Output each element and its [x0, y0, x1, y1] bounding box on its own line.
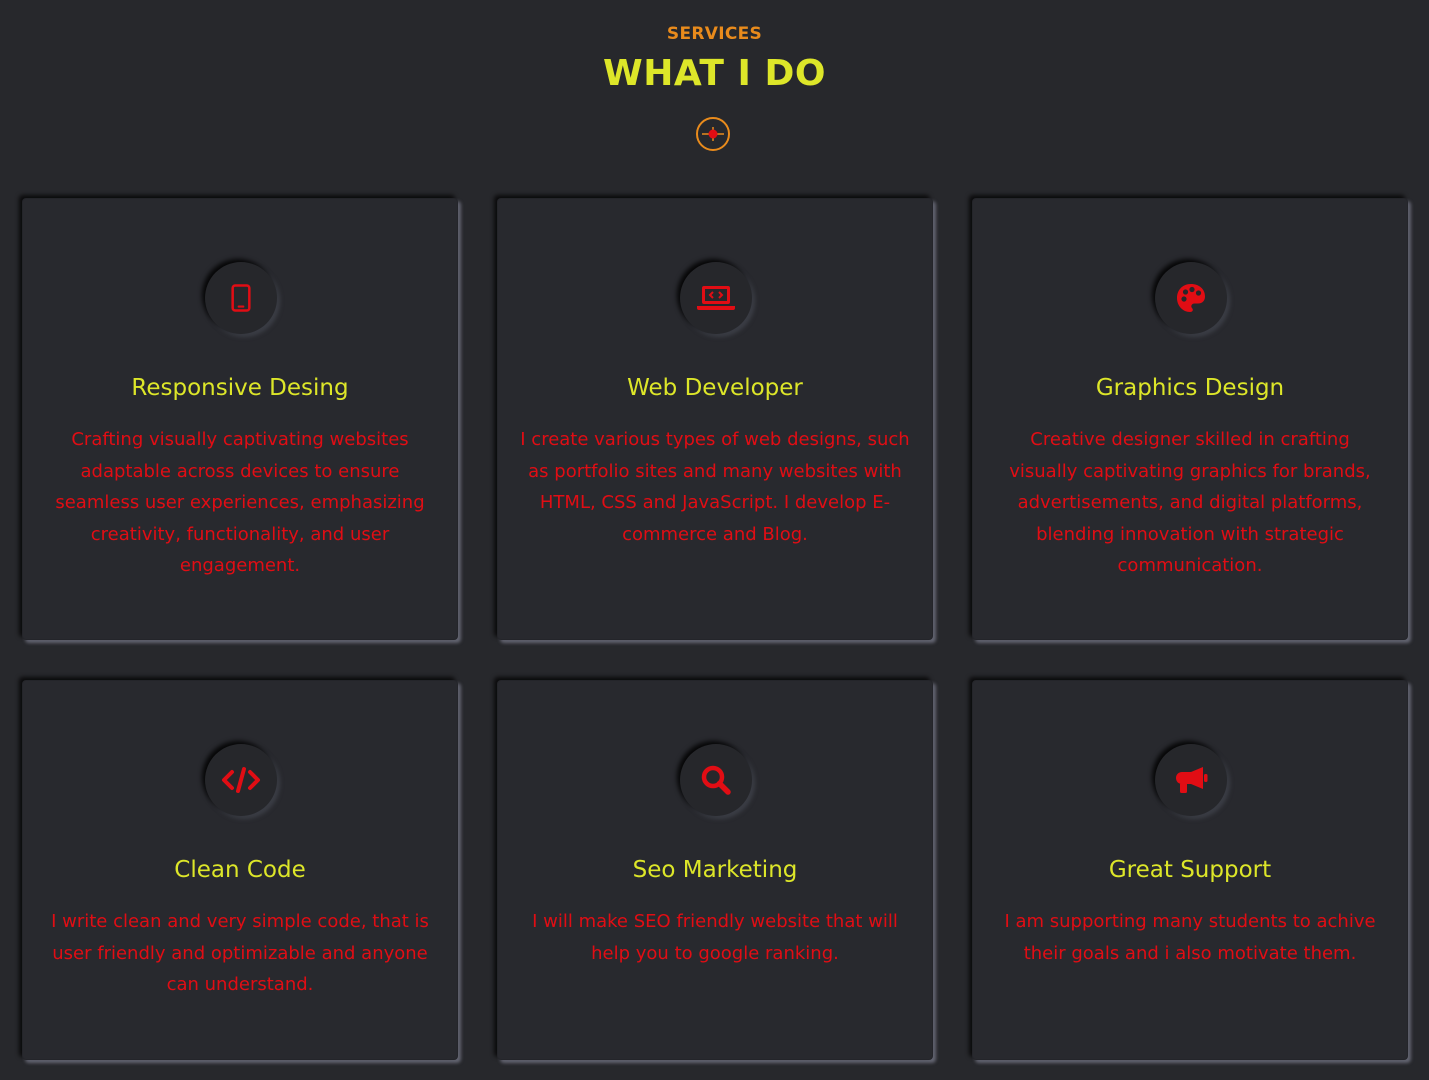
service-card-great-support: Great Support I am supporting many stude… [972, 680, 1408, 1060]
service-description: Crafting visually captivating websites a… [55, 429, 425, 576]
megaphone-icon [1176, 767, 1208, 793]
section-eyebrow: SERVICES [666, 24, 763, 44]
service-icon-badge [680, 262, 752, 334]
service-description: I will make SEO friendly website that wi… [532, 911, 898, 964]
service-icon-badge [205, 744, 277, 816]
service-title: Graphics Design [1095, 375, 1285, 401]
service-card-clean-code: Clean Code I write clean and very simple… [22, 680, 458, 1060]
service-icon-badge [1155, 262, 1227, 334]
service-card-seo-marketing: Seo Marketing I will make SEO friendly w… [497, 680, 933, 1060]
service-description: I create various types of web designs, s… [520, 429, 910, 545]
service-description: I write clean and very simple code, that… [51, 911, 429, 995]
service-card-responsive-design: Responsive Desing Crafting visually capt… [22, 198, 458, 640]
service-card-graphics-design: Graphics Design Creative designer skille… [972, 198, 1408, 640]
service-icon-badge [205, 262, 277, 334]
service-title: Seo Marketing [632, 857, 798, 883]
service-title: Great Support [1108, 857, 1272, 883]
search-icon [701, 765, 731, 795]
service-card-web-developer: Web Developer I create various types of … [497, 198, 933, 640]
service-icon-badge [680, 744, 752, 816]
section-title: WHAT I DO [603, 53, 826, 94]
crosshair-icon [696, 117, 730, 151]
laptop-code-icon [697, 286, 735, 310]
service-description: Creative designer skilled in crafting vi… [1009, 429, 1371, 576]
palette-icon [1177, 284, 1205, 312]
service-title: Responsive Desing [131, 375, 349, 401]
service-icon-badge [1155, 744, 1227, 816]
mobile-icon [231, 284, 251, 312]
code-icon [222, 767, 260, 793]
service-title: Web Developer [627, 375, 803, 401]
service-title: Clean Code [174, 857, 306, 883]
service-description: I am supporting many students to achive … [1004, 911, 1376, 964]
